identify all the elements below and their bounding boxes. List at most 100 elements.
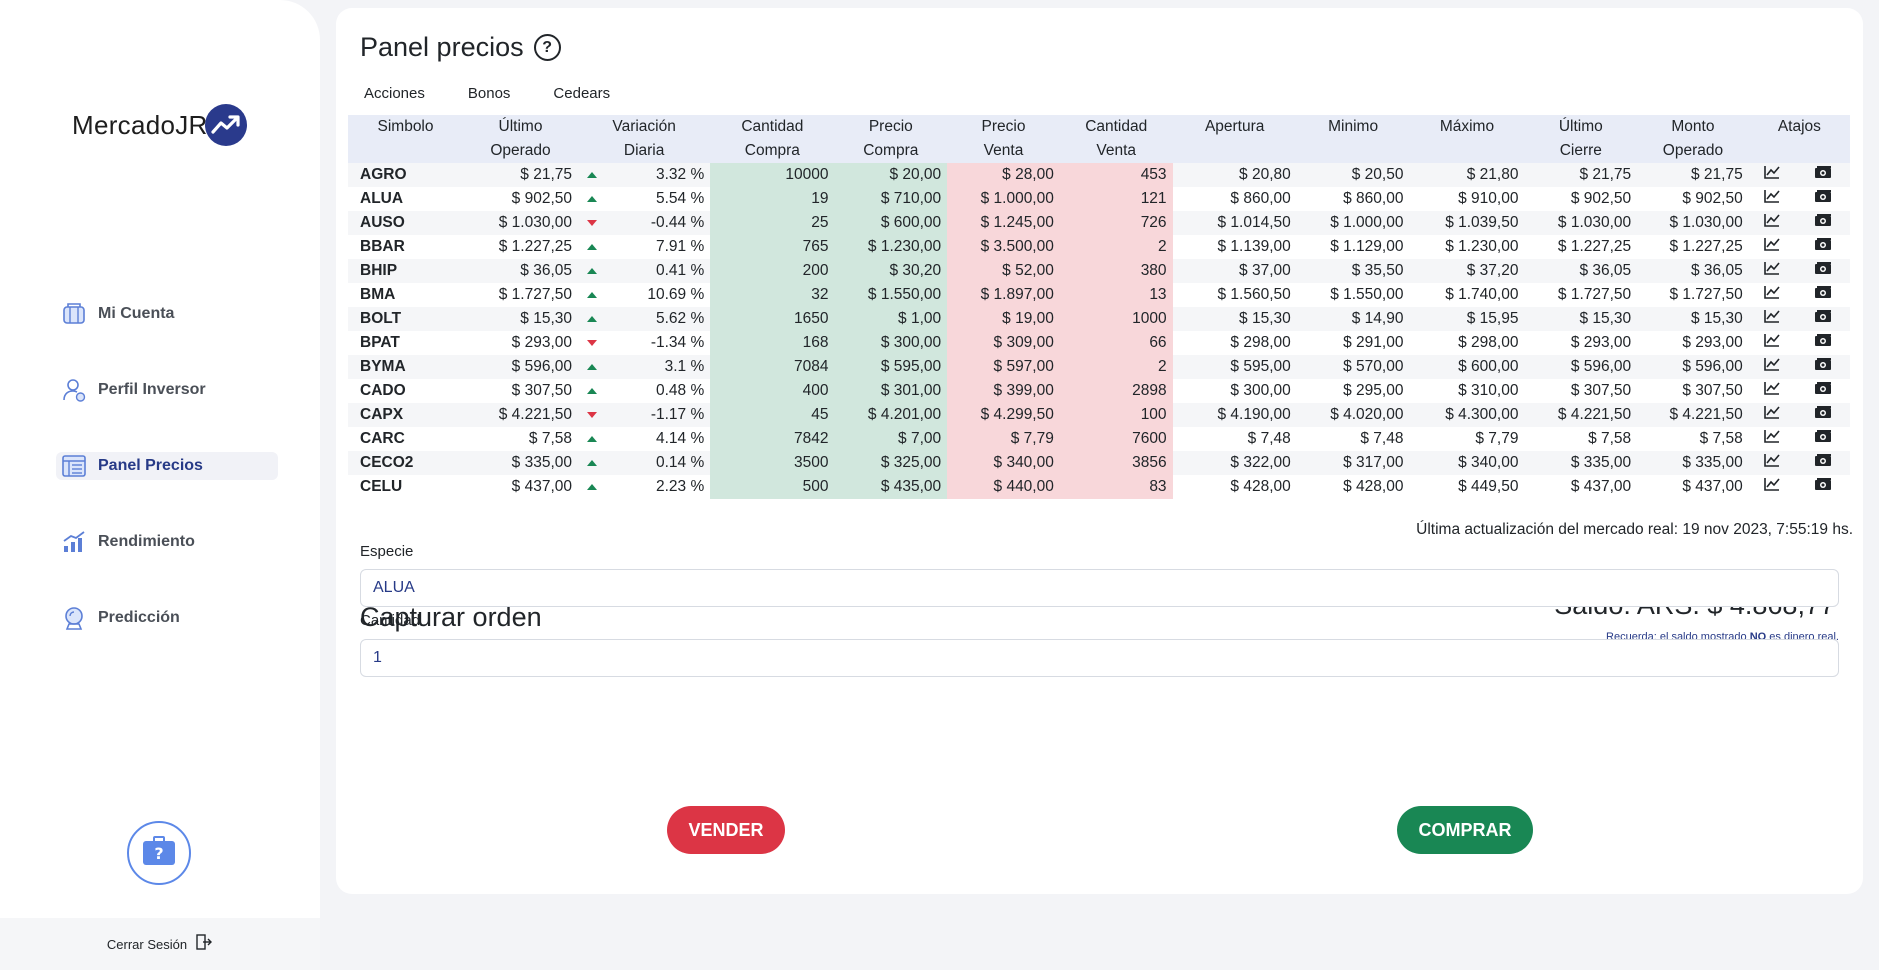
money-icon[interactable] [1795,283,1850,307]
arrow-up-icon [586,363,597,370]
money-icon[interactable] [1795,307,1850,331]
line-chart-icon[interactable] [1748,283,1796,307]
sidebar-item-rendimiento[interactable]: Rendimiento [56,528,278,556]
cell-variation-arrow [578,427,606,451]
line-chart-icon[interactable] [1748,211,1796,235]
cell-buy-quantity: 7842 [710,427,835,451]
money-icon[interactable] [1795,211,1850,235]
arrow-down-icon [586,339,597,346]
cell-buy-price: $ 20,00 [834,163,948,187]
buy-button[interactable]: COMPRAR [1397,806,1533,854]
cell-sell-quantity: 3856 [1059,451,1173,475]
line-chart-icon[interactable] [1748,427,1796,451]
help-button[interactable]: ? [127,821,191,885]
cell-last-operated: $ 7,58 [463,427,578,451]
cell-min: $ 1.129,00 [1296,235,1410,259]
cell-max: $ 1.740,00 [1409,283,1525,307]
logout-icon [195,933,213,956]
sell-button[interactable]: VENDER [667,806,785,854]
table-row: CARC $ 7,58 4.14 % 7842 $ 7,00 $ 7,79 7600 $ 7,… [348,427,1850,451]
line-chart-icon[interactable] [1748,163,1796,187]
line-chart-icon[interactable] [1748,403,1796,427]
money-icon[interactable] [1795,235,1850,259]
brand-logo[interactable]: MercadoJR [72,104,247,146]
cell-daily-variation: 0.14 % [605,451,711,475]
cell-buy-price: $ 30,20 [834,259,948,283]
trend-up-icon [204,104,247,146]
cell-variation-arrow [578,451,606,475]
table-row: BYMA $ 596,00 3.1 % 7084 $ 595,00 $ 597,00 2 $ … [348,355,1850,379]
cell-last-operated: $ 4.221,50 [463,403,578,427]
arrow-up-icon [586,267,597,274]
money-icon[interactable] [1795,427,1850,451]
sidebar-item-label: Rendimiento [98,533,195,550]
cell-sell-price: $ 3.500,00 [947,235,1060,259]
cell-sell-price: $ 28,00 [947,163,1060,187]
tab-cedears[interactable]: Cedears [549,85,614,102]
cell-daily-variation: 3.1 % [605,355,711,379]
cell-sell-quantity: 121 [1059,187,1173,211]
help-question-icon[interactable]: ? [533,34,561,61]
tab-bonos[interactable]: Bonos [464,85,515,102]
arrow-up-icon [586,315,597,322]
sidebar-item-mi-cuenta[interactable]: Mi Cuenta [56,300,278,328]
cell-daily-variation: 0.41 % [605,259,711,283]
cell-variation-arrow [578,283,606,307]
line-chart-icon[interactable] [1748,235,1796,259]
line-chart-icon[interactable] [1748,451,1796,475]
cell-daily-variation: 0.48 % [605,379,711,403]
line-chart-icon[interactable] [1748,307,1796,331]
line-chart-icon[interactable] [1748,331,1796,355]
money-icon[interactable] [1795,379,1850,403]
cantidad-value: 1 [373,649,382,666]
cell-symbol: AUSO [348,211,463,235]
cell-variation-arrow [578,187,606,211]
table-row: CECO2 $ 335,00 0.14 % 3500 $ 325,00 $ 340,00 3… [348,451,1850,475]
money-icon[interactable] [1795,451,1850,475]
cell-max: $ 37,20 [1409,259,1525,283]
brand-name: MercadoJR [72,109,208,140]
money-icon[interactable] [1795,163,1850,187]
sidebar-item-prediccion[interactable]: Predicción [56,604,278,632]
tab-acciones[interactable]: Acciones [360,85,429,102]
cell-last-operated: $ 21,75 [463,163,578,187]
table-row: AUSO $ 1.030,00 -0.44 % 25 $ 600,00 $ 1.245,0… [348,211,1850,235]
header-ultimo-operado: Último Operado [463,115,578,163]
cell-variation-arrow [578,379,606,403]
arrow-up-icon [586,171,597,178]
cell-sell-price: $ 440,00 [947,475,1060,499]
money-icon[interactable] [1795,403,1850,427]
cell-daily-variation: -0.44 % [605,211,711,235]
line-chart-icon[interactable] [1748,475,1796,499]
cell-sell-price: $ 1.000,00 [947,187,1060,211]
arrow-up-icon [586,435,597,442]
money-icon[interactable] [1795,355,1850,379]
cell-variation-arrow [578,331,606,355]
cell-open: $ 4.190,00 [1172,403,1297,427]
chart-icon [60,528,88,556]
cell-last-close: $ 15,30 [1524,307,1638,331]
line-chart-icon[interactable] [1748,259,1796,283]
money-icon[interactable] [1795,187,1850,211]
sidebar-item-perfil-inversor[interactable]: Perfil Inversor [56,376,278,404]
cell-last-operated: $ 293,00 [463,331,578,355]
cell-amount-operated: $ 335,00 [1637,451,1749,475]
line-chart-icon[interactable] [1748,187,1796,211]
header-monto-operado: Monto Operado [1637,115,1749,163]
money-icon[interactable] [1795,259,1850,283]
line-chart-icon[interactable] [1748,379,1796,403]
money-icon[interactable] [1795,331,1850,355]
cell-amount-operated: $ 1.727,50 [1637,283,1749,307]
sidebar-item-panel-precios[interactable]: Panel Precios [56,452,278,480]
logout-button[interactable]: Cerrar Sesión [0,918,320,970]
cell-last-close: $ 596,00 [1524,355,1638,379]
cell-min: $ 14,90 [1296,307,1410,331]
cell-amount-operated: $ 21,75 [1637,163,1749,187]
cell-symbol: CADO [348,379,463,403]
especie-input[interactable]: ALUA [360,569,1839,607]
money-icon[interactable] [1795,475,1850,499]
cell-buy-price: $ 595,00 [834,355,948,379]
line-chart-icon[interactable] [1748,355,1796,379]
cell-variation-arrow [578,403,606,427]
cantidad-input[interactable]: 1 [360,639,1839,677]
